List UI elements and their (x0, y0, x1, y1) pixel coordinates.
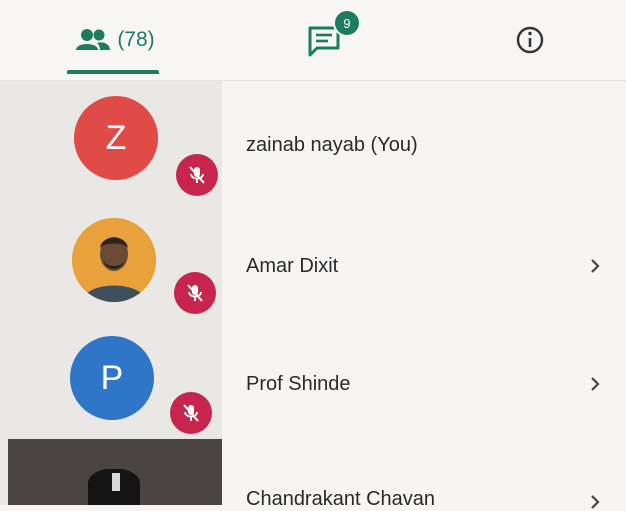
camera-preview-tile (8, 439, 222, 505)
participant-row[interactable]: Chandrakant Chavan (222, 435, 626, 510)
chevron-right-icon[interactable] (588, 257, 602, 275)
info-icon (516, 26, 544, 54)
active-tab-indicator (67, 70, 159, 74)
participant-list: Z zainab nayab (You) Amar Dixit P Prof S… (0, 81, 626, 510)
participant-row[interactable]: Amar Dixit (0, 199, 626, 317)
chat-unread-badge: 9 (333, 9, 361, 37)
avatar: P (70, 336, 154, 420)
participant-row[interactable]: P Prof Shinde (0, 317, 626, 435)
tab-participants[interactable]: (78) (55, 0, 175, 80)
avatar-initial: Z (105, 118, 127, 157)
chevron-right-icon[interactable] (588, 493, 602, 511)
avatar-photo (72, 218, 156, 302)
participants-count: (78) (117, 28, 155, 51)
chevron-right-icon[interactable] (588, 375, 602, 393)
tab-info[interactable] (470, 0, 590, 80)
tab-chat[interactable] (270, 0, 380, 80)
avatar: Z (74, 96, 158, 180)
people-icon (76, 29, 111, 50)
participant-name: Chandrakant Chavan (246, 488, 436, 510)
participant-name: Amar Dixit (246, 255, 339, 277)
participant-name: Prof Shinde (246, 373, 351, 395)
avatar-initial: P (100, 358, 124, 397)
tab-bar: (78) 9 (0, 0, 626, 81)
mic-muted-icon (176, 154, 218, 196)
mic-muted-icon (170, 392, 212, 434)
mic-muted-icon (174, 272, 216, 314)
participant-name: zainab nayab (You) (246, 134, 418, 156)
participant-row[interactable]: Z zainab nayab (You) (0, 81, 626, 199)
